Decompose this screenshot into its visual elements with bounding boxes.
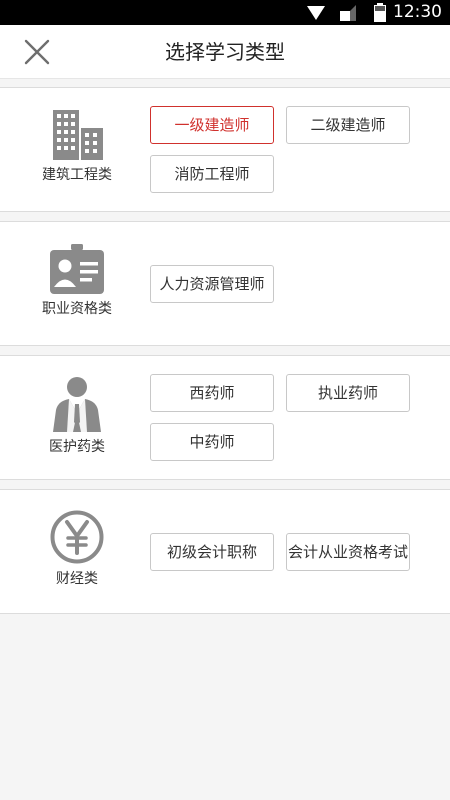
yuan-icon [50,510,104,564]
option-fire-engineer-button[interactable]: 消防工程师 [150,155,274,193]
battery-icon [374,3,386,22]
id-card-icon [50,244,104,294]
building-icon [53,110,103,160]
section-finance: 财经类 初级会计职称 会计从业资格考试 [0,489,450,614]
category-construction: 建筑工程类 [22,110,132,184]
category-finance: 财经类 [22,510,132,588]
option-licensed-pharmacist-button[interactable]: 执业药师 [286,374,410,412]
option-yijian-button[interactable]: 一级建造师 [150,106,274,144]
category-label: 财经类 [56,571,98,587]
status-time: 12:30 [393,2,442,22]
category-medical: 医护药类 [22,376,132,456]
signal-icon [340,5,356,21]
section-medical: 医护药类 西药师 执业药师 中药师 [0,355,450,480]
option-accounting-qualification-button[interactable]: 会计从业资格考试 [286,533,410,571]
option-junior-accountant-button[interactable]: 初级会计职称 [150,533,274,571]
page-title: 选择学习类型 [165,40,285,64]
option-tcm-pharmacist-button[interactable]: 中药师 [150,423,274,461]
category-label: 职业资格类 [42,301,112,317]
nav-bar: 选择学习类型 [0,25,450,79]
option-western-pharmacist-button[interactable]: 西药师 [150,374,274,412]
option-hr-manager-button[interactable]: 人力资源管理师 [150,265,274,303]
category-label: 医护药类 [49,439,105,455]
option-erjian-button[interactable]: 二级建造师 [286,106,410,144]
wifi-icon [307,6,325,20]
status-bar: 12:30 [0,0,450,25]
section-professional: 职业资格类 人力资源管理师 [0,221,450,346]
section-construction: 建筑工程类 一级建造师 二级建造师 消防工程师 [0,87,450,212]
category-professional: 职业资格类 [22,244,132,318]
category-label: 建筑工程类 [42,167,112,183]
doctor-icon [53,377,101,432]
